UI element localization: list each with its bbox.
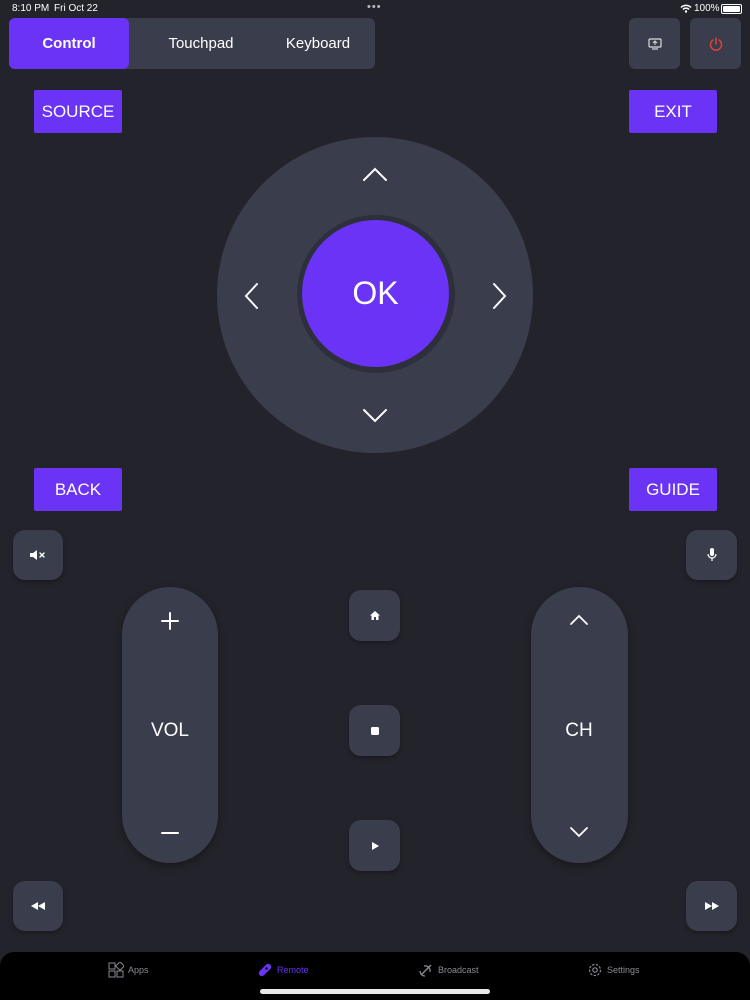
broadcast-icon: [419, 964, 432, 977]
stop-icon: [370, 726, 379, 735]
dpad-down-icon[interactable]: [362, 408, 388, 424]
microphone-icon: [706, 548, 717, 561]
mute-icon: [30, 550, 45, 560]
tab-control[interactable]: Control: [9, 18, 129, 69]
volume-up-icon[interactable]: [160, 611, 180, 631]
ok-button[interactable]: OK: [302, 220, 449, 367]
apps-icon: [108, 962, 124, 978]
exit-button[interactable]: EXIT: [629, 90, 717, 133]
screen-mirror-icon: [647, 37, 662, 50]
settings-icon: [588, 963, 602, 977]
tab-bar-item-settings[interactable]: Settings: [587, 962, 640, 978]
mute-button[interactable]: [13, 530, 63, 580]
microphone-button[interactable]: [686, 530, 737, 580]
source-button[interactable]: SOURCE: [34, 90, 122, 133]
play-icon: [371, 841, 379, 850]
fast-forward-button[interactable]: [686, 881, 737, 931]
dpad-up-icon[interactable]: [362, 166, 388, 182]
guide-button[interactable]: GUIDE: [629, 468, 717, 511]
home-button[interactable]: [349, 590, 400, 641]
tab-bar-label-broadcast: Broadcast: [438, 965, 479, 975]
rewind-button[interactable]: [13, 881, 63, 931]
power-icon: [709, 36, 722, 51]
battery-percent: 100%: [694, 3, 720, 14]
battery-icon: [721, 4, 742, 14]
home-indicator[interactable]: [260, 989, 490, 994]
tab-bar-item-remote[interactable]: Remote: [257, 962, 309, 978]
volume-label: VOL: [150, 720, 190, 741]
multitask-dots-icon[interactable]: •••: [367, 1, 382, 13]
remote-icon: [258, 963, 272, 977]
stop-button[interactable]: [349, 705, 400, 756]
dpad-left-icon[interactable]: [243, 282, 259, 310]
wifi-icon: [680, 4, 692, 13]
tab-touchpad[interactable]: Touchpad: [137, 18, 265, 69]
mode-segmented-control: Control Touchpad Keyboard: [9, 18, 375, 69]
rewind-icon: [31, 902, 45, 910]
home-icon: [369, 611, 380, 620]
fast-forward-icon: [704, 902, 719, 910]
dpad-right-icon[interactable]: [492, 282, 508, 310]
play-button[interactable]: [349, 820, 400, 871]
power-button[interactable]: [690, 18, 741, 69]
tab-bar-label-settings: Settings: [607, 965, 640, 975]
screen-mirror-button[interactable]: [629, 18, 680, 69]
volume-down-icon[interactable]: [160, 823, 180, 843]
channel-down-icon[interactable]: [569, 826, 589, 839]
tab-bar-item-broadcast[interactable]: Broadcast: [418, 962, 479, 978]
tab-bar-label-apps: Apps: [128, 965, 149, 975]
status-time: 8:10 PM: [12, 3, 50, 14]
channel-label: CH: [565, 720, 593, 741]
tab-keyboard[interactable]: Keyboard: [261, 18, 375, 69]
channel-up-icon[interactable]: [569, 613, 589, 626]
back-button[interactable]: BACK: [34, 468, 122, 511]
status-date: Fri Oct 22: [54, 3, 98, 14]
tab-bar-item-apps[interactable]: Apps: [108, 962, 149, 978]
tab-bar-label-remote: Remote: [277, 965, 309, 975]
